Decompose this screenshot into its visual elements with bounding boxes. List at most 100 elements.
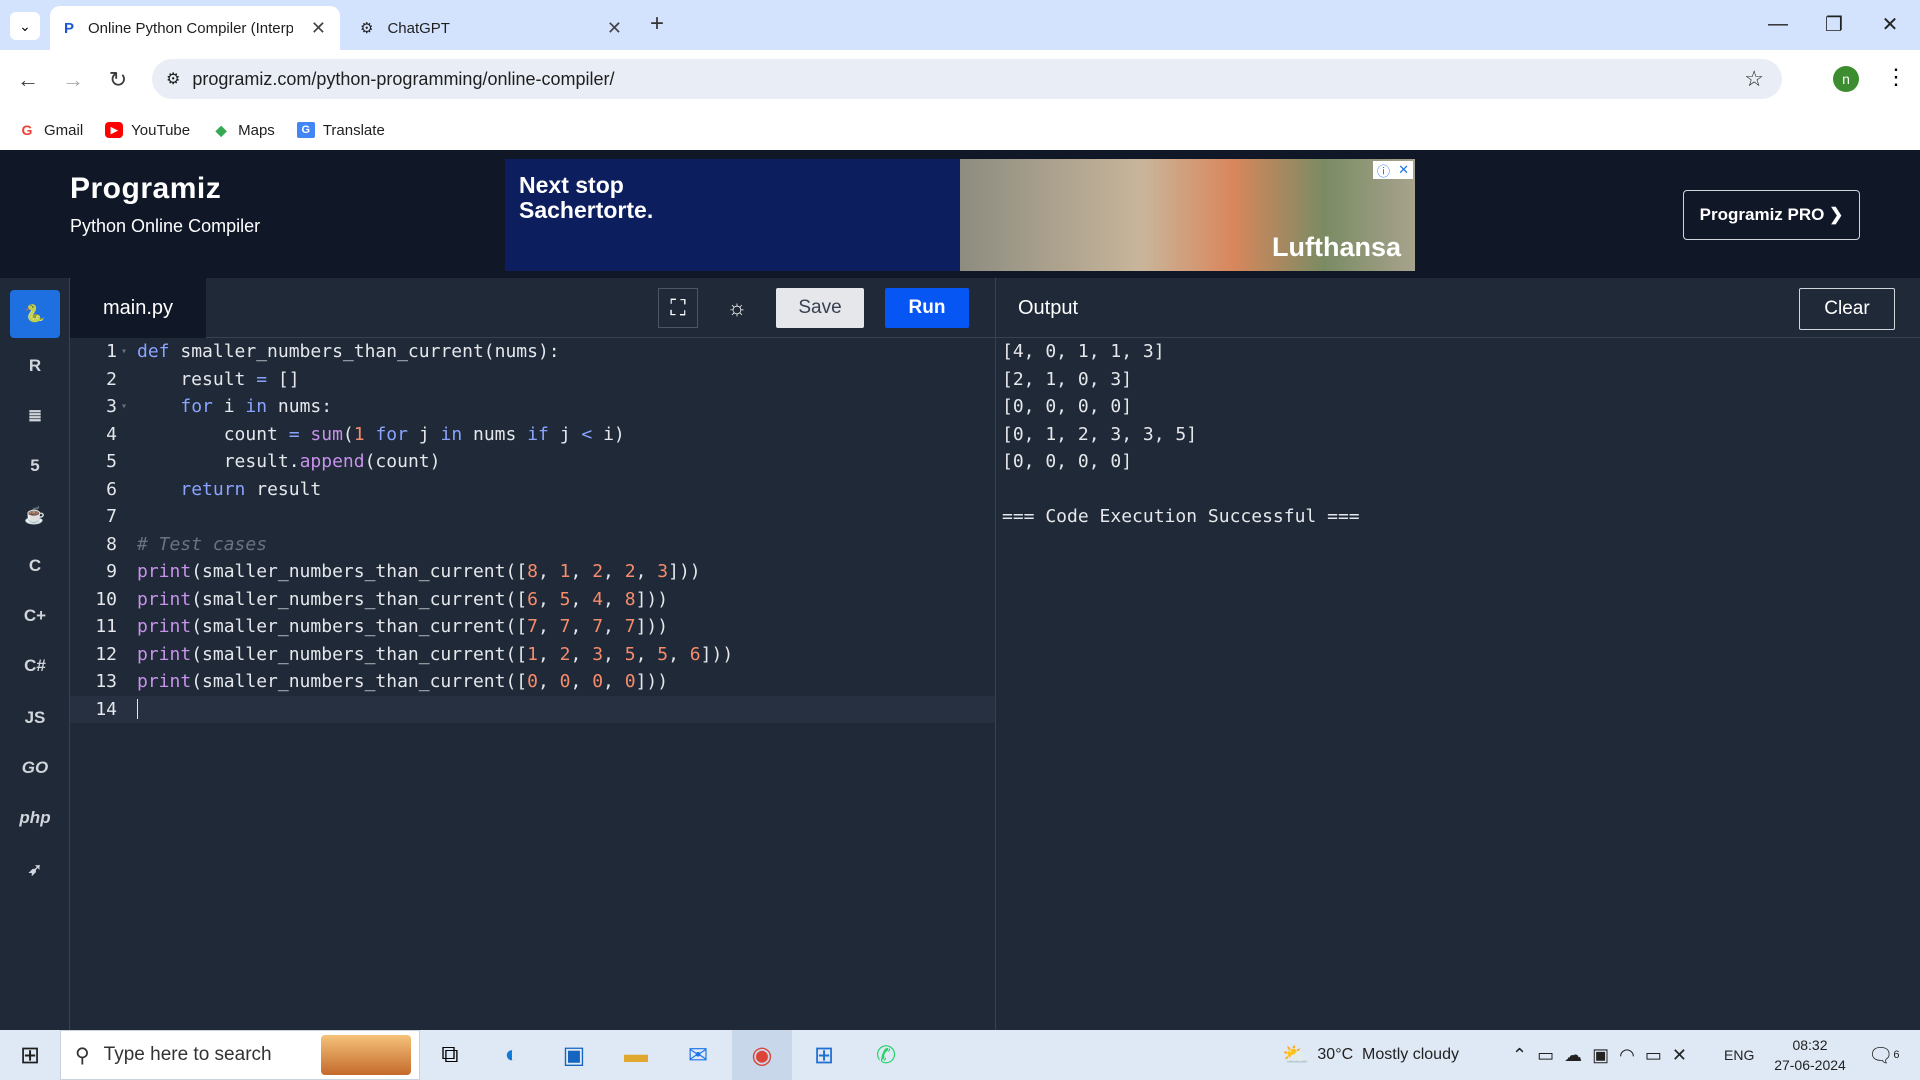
store-app-icon[interactable]: ▣ bbox=[544, 1030, 604, 1080]
battery-icon[interactable]: ▭ bbox=[1645, 1045, 1672, 1066]
java-icon[interactable]: ☕ bbox=[10, 492, 60, 540]
back-icon[interactable]: ← bbox=[10, 62, 46, 98]
ad-headline: Next stop Sachertorte. bbox=[519, 172, 654, 223]
fold-arrow-icon[interactable]: ▾ bbox=[117, 346, 137, 357]
notifications-icon[interactable]: 🗨 6 bbox=[1868, 1030, 1900, 1080]
output-title: Output bbox=[1018, 296, 1079, 319]
weather-text: 30°C Mostly cloudy bbox=[1317, 1046, 1459, 1063]
close-tab-icon[interactable]: ✕ bbox=[607, 18, 622, 39]
reload-icon[interactable]: ↻ bbox=[100, 62, 136, 98]
ad-banner[interactable]: Next stop Sachertorte. Lufthansa ⓘ ✕ bbox=[505, 159, 1415, 271]
brand-name: Programiz bbox=[70, 172, 222, 205]
c-icon[interactable]: C bbox=[10, 542, 60, 590]
fold-arrow-icon[interactable]: ▾ bbox=[117, 401, 137, 412]
bookmarks-bar: G Gmail ▶ YouTube ◆ Maps G Translate bbox=[0, 110, 1920, 150]
tab-chatgpt[interactable]: ⚙ ChatGPT ✕ bbox=[346, 6, 636, 50]
restore-icon[interactable]: ❐ bbox=[1806, 0, 1862, 48]
editor-toolbar: main.py ⛶ ☼ Save Run bbox=[70, 278, 995, 338]
wifi-icon[interactable]: ◠ bbox=[1619, 1045, 1645, 1066]
code-line: 7 bbox=[106, 506, 117, 528]
chrome-icon[interactable]: ◉ bbox=[732, 1030, 792, 1080]
clock[interactable]: 08:32 27-06-2024 bbox=[1770, 1035, 1850, 1075]
close-tab-icon[interactable]: ✕ bbox=[311, 18, 326, 39]
fullscreen-icon[interactable]: ⛶ bbox=[658, 288, 698, 328]
clear-button[interactable]: Clear bbox=[1799, 288, 1895, 330]
page-subtitle: Python Online Compiler bbox=[70, 216, 261, 236]
code-line: 10 print(smaller_numbers_than_current([6,… bbox=[95, 588, 669, 610]
input-language[interactable]: ENG bbox=[1724, 1030, 1754, 1080]
bookmark-star-icon[interactable]: ☆ bbox=[1744, 66, 1764, 92]
run-button[interactable]: Run bbox=[885, 288, 969, 328]
code-line: 8 # Test cases bbox=[106, 533, 268, 555]
tab-search-button[interactable]: ⌄ bbox=[10, 12, 40, 40]
chevron-up-icon[interactable]: ⌃ bbox=[1512, 1045, 1537, 1066]
code-line-current: 14 bbox=[70, 695, 995, 723]
whatsapp-icon[interactable]: ✆ bbox=[856, 1030, 916, 1080]
code-line: 12 print(smaller_numbers_than_current([1,… bbox=[95, 643, 734, 665]
task-view-icon[interactable]: ⧉ bbox=[420, 1030, 480, 1080]
ad-info-icon[interactable]: ⓘ bbox=[1377, 161, 1390, 180]
windows-taskbar: ⊞ ⚲ Type here to search ⧉ ◐ ▣ ▬ ✉ ◉ ⊞ ✆ … bbox=[0, 1030, 1920, 1080]
taskbar-search[interactable]: ⚲ Type here to search bbox=[60, 1030, 420, 1080]
url-text: programiz.com/python-programming/online-… bbox=[192, 68, 615, 89]
brand-logo[interactable]: Programiz Python Online Compiler bbox=[70, 172, 260, 237]
cloudy-weather-icon: ⛅ bbox=[1282, 1042, 1310, 1067]
programiz-pro-button[interactable]: Programiz PRO ❯ bbox=[1683, 190, 1860, 240]
swift-icon[interactable]: ➶ bbox=[10, 846, 60, 894]
meet-icon[interactable]: ▭ bbox=[1537, 1045, 1564, 1066]
code-editor[interactable]: 1 ▾ def smaller_numbers_than_current(nums)… bbox=[70, 338, 995, 1030]
bookmark-youtube[interactable]: ▶ YouTube bbox=[105, 122, 190, 139]
windows-start-icon[interactable]: ⊞ bbox=[0, 1030, 60, 1080]
edge-icon[interactable]: ◐ bbox=[482, 1030, 542, 1080]
microsoft-store-icon[interactable]: ⊞ bbox=[794, 1030, 854, 1080]
youtube-icon: ▶ bbox=[105, 122, 124, 138]
chatgpt-favicon-icon: ⚙ bbox=[360, 20, 374, 37]
code-line: 5 result.append(count) bbox=[106, 451, 441, 473]
go-icon[interactable]: GO bbox=[10, 744, 60, 792]
cpp-icon[interactable]: C+ bbox=[10, 592, 60, 640]
r-icon[interactable]: R bbox=[10, 342, 60, 390]
file-explorer-icon[interactable]: ▬ bbox=[606, 1030, 666, 1080]
display-icon[interactable]: ▣ bbox=[1592, 1045, 1619, 1066]
translate-icon: G bbox=[296, 122, 315, 138]
output-line: [2, 1, 0, 3] bbox=[1002, 368, 1133, 390]
ad-choices-close[interactable]: ⓘ ✕ bbox=[1373, 161, 1413, 179]
system-tray-icons[interactable]: ⌃ ▭ ☁ ▣ ◠ ▭ ✕ bbox=[1512, 1030, 1697, 1080]
bookmark-maps[interactable]: ◆ Maps bbox=[212, 122, 275, 139]
sql-icon[interactable]: ≣ bbox=[10, 392, 60, 440]
new-tab-icon[interactable]: + bbox=[650, 10, 664, 38]
code-line: 2 result = [] bbox=[106, 368, 300, 390]
file-tab-main-py[interactable]: main.py bbox=[70, 278, 206, 338]
theme-toggle-icon[interactable]: ☼ bbox=[717, 288, 757, 328]
mail-icon[interactable]: ✉ bbox=[668, 1030, 728, 1080]
site-info-icon[interactable]: ⚙ bbox=[166, 69, 180, 89]
bookmark-translate[interactable]: G Translate bbox=[296, 122, 385, 139]
code-line: 9 print(smaller_numbers_than_current([8, … bbox=[106, 561, 701, 583]
google-icon: G bbox=[21, 122, 33, 138]
onedrive-icon[interactable]: ☁ bbox=[1564, 1045, 1592, 1066]
save-button[interactable]: Save bbox=[776, 288, 864, 328]
ad-close-icon[interactable]: ✕ bbox=[1398, 162, 1409, 178]
tab-title: Online Python Compiler (Interp bbox=[88, 19, 294, 37]
profile-avatar[interactable]: n bbox=[1833, 66, 1859, 92]
output-line: [0, 0, 0, 0] bbox=[1002, 451, 1133, 473]
python-icon[interactable]: 🐍 bbox=[10, 290, 60, 338]
code-line: 6 return result bbox=[106, 478, 322, 500]
menu-kebab-icon[interactable]: ⋮ bbox=[1885, 64, 1907, 90]
tab-programiz[interactable]: P Online Python Compiler (Interp ✕ bbox=[50, 6, 340, 50]
bookmark-gmail[interactable]: G Gmail bbox=[18, 122, 84, 139]
forward-icon[interactable]: → bbox=[55, 62, 91, 98]
programiz-favicon-icon: P bbox=[64, 19, 75, 37]
weather-widget[interactable]: ⛅ 30°C Mostly cloudy bbox=[1282, 1030, 1459, 1080]
html-icon[interactable]: 5 bbox=[10, 442, 60, 490]
address-bar[interactable]: ⚙ programiz.com/python-programming/onlin… bbox=[152, 59, 1782, 99]
close-window-icon[interactable]: ✕ bbox=[1862, 0, 1918, 48]
browser-tab-strip: ⌄ P Online Python Compiler (Interp ✕ ⚙ C… bbox=[0, 0, 1920, 50]
csharp-icon[interactable]: C# bbox=[10, 642, 60, 690]
volume-muted-icon[interactable]: ✕ bbox=[1672, 1045, 1697, 1066]
javascript-icon[interactable]: JS bbox=[10, 694, 60, 742]
output-line: [4, 0, 1, 1, 3] bbox=[1002, 341, 1165, 363]
language-sidebar: 🐍 R ≣ 5 ☕ C C+ C# JS GO php ➶ bbox=[0, 278, 70, 1030]
php-icon[interactable]: php bbox=[10, 794, 60, 842]
minimize-icon[interactable]: — bbox=[1750, 0, 1806, 48]
